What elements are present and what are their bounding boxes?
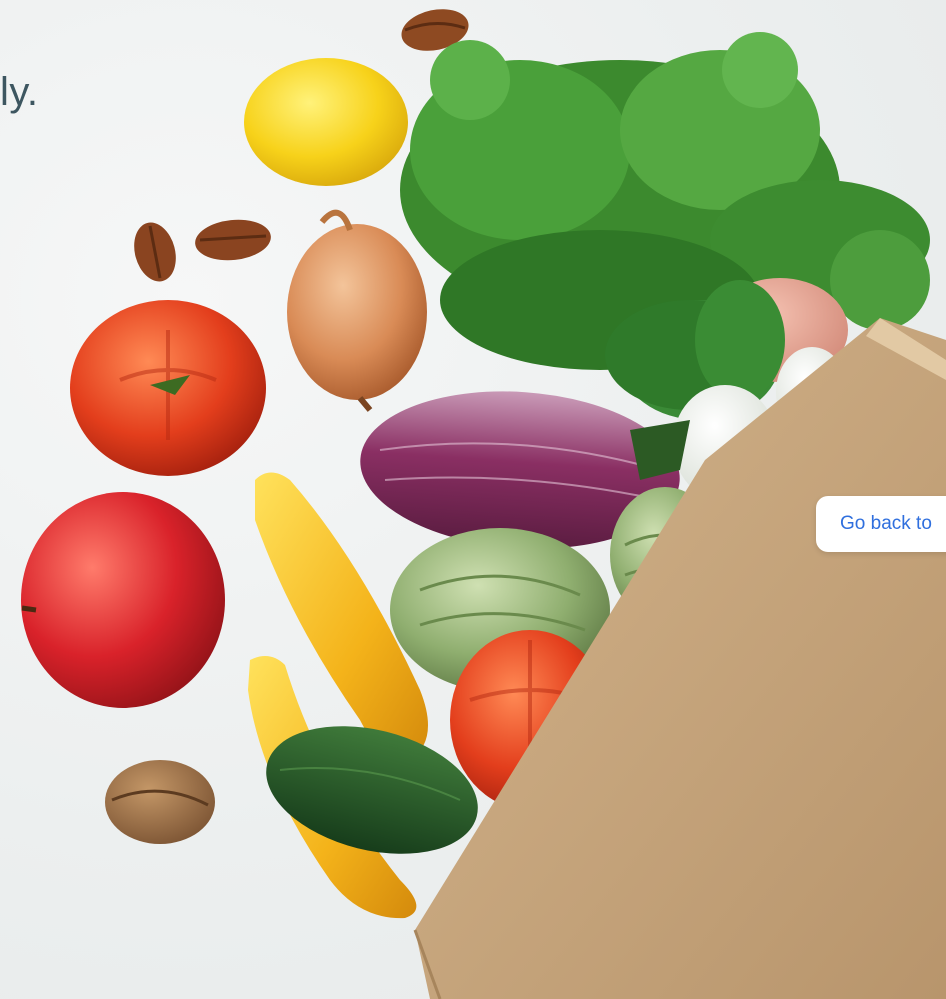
apple xyxy=(21,492,225,708)
pecan-left xyxy=(134,222,176,282)
onion xyxy=(287,209,427,412)
hero-section: ly. Go back to xyxy=(0,0,946,999)
walnut xyxy=(105,760,215,844)
headline-fragment: ly. xyxy=(0,70,39,114)
pecan-middle xyxy=(195,219,271,261)
go-back-button-label: Go back to xyxy=(840,513,932,534)
groceries-photo xyxy=(0,0,946,999)
go-back-button[interactable]: Go back to xyxy=(816,496,946,552)
groceries-illustration xyxy=(21,9,946,999)
lemon xyxy=(244,58,408,186)
tomato-left xyxy=(70,300,266,476)
